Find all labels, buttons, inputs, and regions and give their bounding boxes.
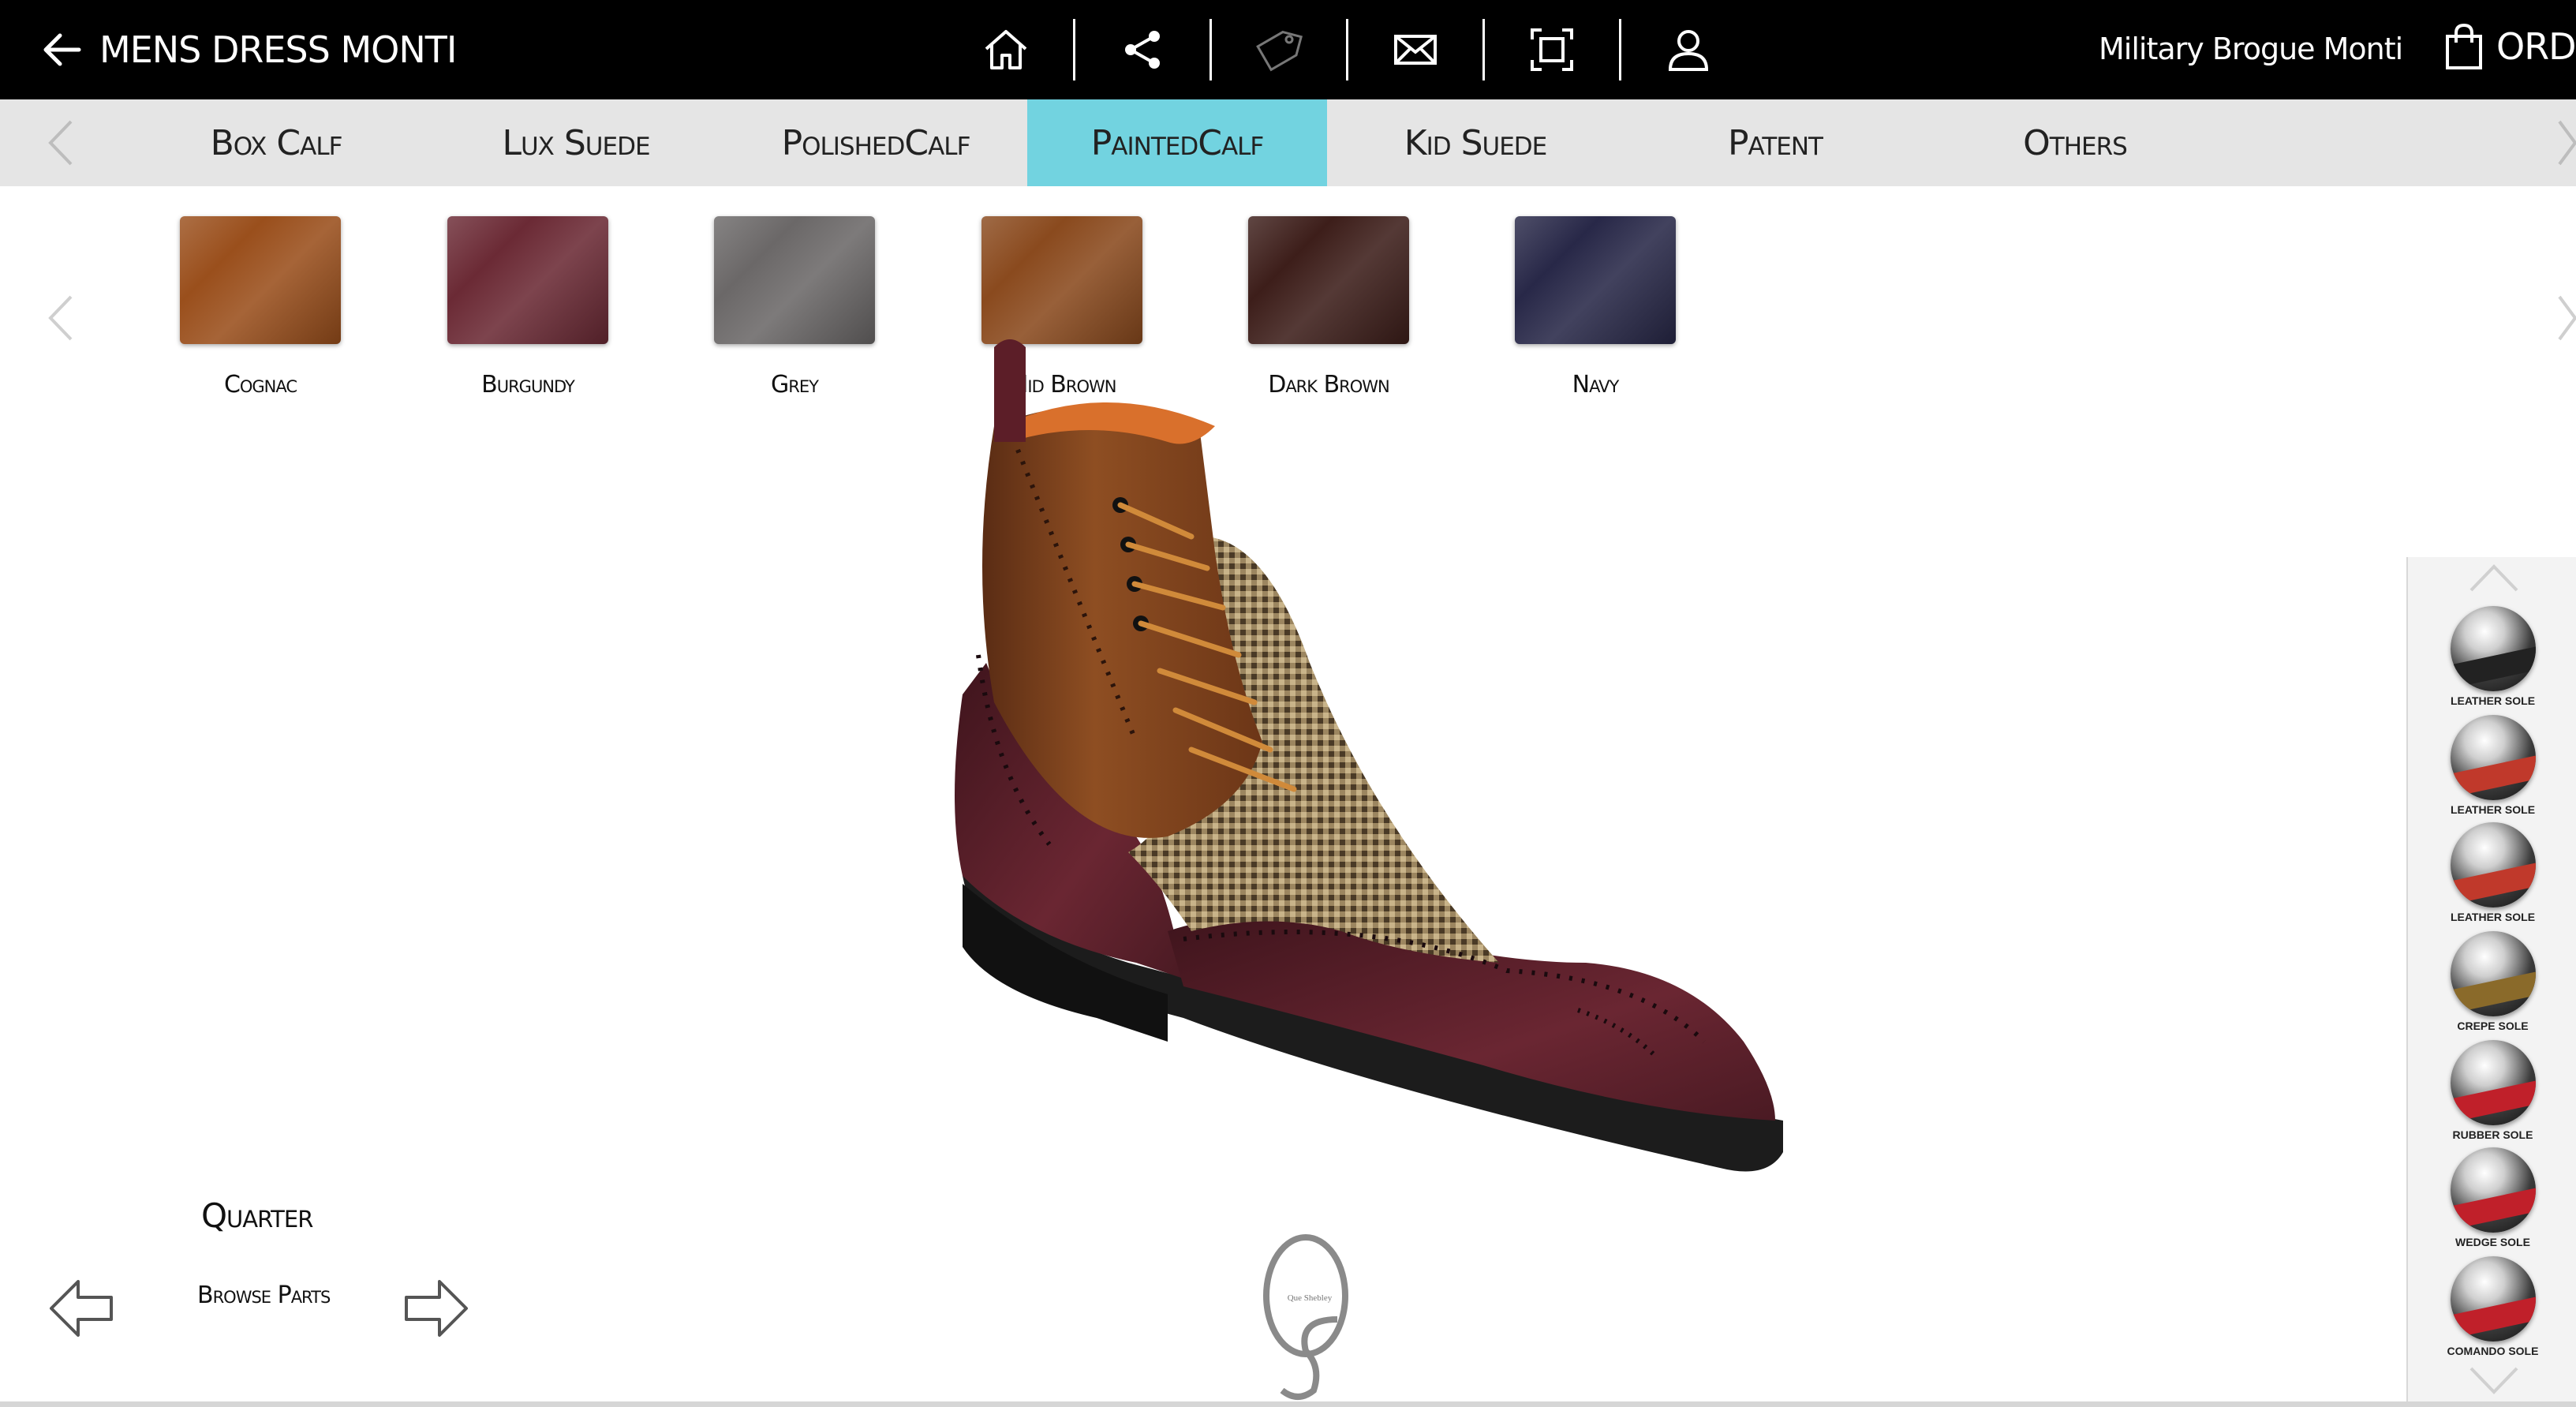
back-label: MENS DRESS MONTI [99, 28, 457, 71]
chevron-down-icon [2469, 1367, 2518, 1394]
sole-option[interactable]: Wedge Sole [2408, 1147, 2576, 1248]
tab-lux-suede[interactable]: Lux Suede [426, 99, 726, 186]
user-icon [1668, 30, 1709, 71]
swatch-label: Grey [771, 371, 819, 399]
sole-leather-dotted-icon [2450, 822, 2536, 907]
logo-text: Que Shebley [1288, 1293, 1333, 1303]
swatch-label: Cognac [223, 371, 297, 399]
sole-label: Comando Sole [2447, 1345, 2539, 1357]
current-part-name: Quarter [201, 1196, 313, 1235]
shoe-3d-preview[interactable] [931, 331, 1894, 1207]
sole-accent-band [2450, 755, 2536, 798]
order-button[interactable]: ORDE [2443, 22, 2576, 71]
fullscreen-icon [1531, 28, 1573, 71]
arrow-left-icon [43, 33, 81, 66]
sole-panel: Leather Sole Leather Sole Leather Sole C… [2406, 557, 2576, 1407]
material-tabs: Box Calf Lux Suede PolishedCalf PaintedC… [0, 99, 2576, 186]
home-icon [985, 30, 1027, 69]
sole-wedge-icon [2450, 1147, 2536, 1233]
tabs-next-button[interactable] [2556, 117, 2576, 169]
chevron-right-icon [2558, 295, 2576, 341]
account-button[interactable] [1621, 16, 1755, 84]
product-name: Military Brogue Monti [2099, 32, 2403, 66]
chevron-up-icon [2469, 564, 2518, 592]
tabs-prev-button[interactable] [41, 117, 80, 169]
sole-label: Leather Sole [2450, 803, 2536, 816]
swatch-chip[interactable] [981, 216, 1142, 344]
sole-accent-band [2450, 863, 2536, 905]
swatch-chip[interactable] [714, 216, 875, 344]
sole-accent-band [2450, 971, 2536, 1014]
sole-option[interactable]: Comando Sole [2408, 1256, 2576, 1357]
toolbar [939, 16, 1755, 84]
sole-label: Leather Sole [2450, 694, 2536, 707]
sole-label: Leather Sole [2450, 911, 2536, 923]
swatches-prev-button[interactable] [41, 292, 80, 344]
sole-label: Crepe Sole [2457, 1020, 2529, 1032]
swatch-cognac[interactable]: Cognac [180, 216, 341, 399]
sole-crepe-icon [2450, 931, 2536, 1016]
sole-label: Wedge Sole [2455, 1236, 2530, 1248]
price-tag-button[interactable] [1212, 16, 1346, 84]
swatches-next-button[interactable] [2556, 292, 2576, 344]
top-bar: MENS DRESS MONTI Military Brogue Monti O… [0, 0, 2576, 99]
sole-option[interactable]: Leather Sole [2408, 715, 2576, 816]
chevron-right-icon [2558, 120, 2576, 166]
sole-accent-band [2450, 1297, 2536, 1339]
sole-leather-studded-icon [2450, 715, 2536, 800]
price-tag-icon [1256, 30, 1303, 72]
shopping-bag-icon [2446, 23, 2482, 69]
share-icon [1125, 31, 1160, 69]
sole-option[interactable]: Leather Sole [2408, 606, 2576, 707]
tab-box-calf[interactable]: Box Calf [126, 99, 426, 186]
share-button[interactable] [1075, 16, 1209, 84]
swatch-grey[interactable]: Grey [714, 216, 875, 399]
arrow-left-icon [50, 1280, 113, 1337]
sole-accent-band [2450, 646, 2536, 689]
brand-logo: Que Shebley [1263, 1234, 1348, 1400]
mail-button[interactable] [1348, 16, 1482, 84]
bottom-border [0, 1401, 2576, 1407]
swatch-burgundy[interactable]: Burgundy [447, 216, 608, 399]
tab-painted-calf[interactable]: PaintedCalf [1027, 99, 1327, 186]
arrow-right-icon [405, 1280, 468, 1337]
chevron-left-icon [48, 295, 73, 341]
tab-others[interactable]: Others [1925, 99, 2225, 186]
tab-kid-suede[interactable]: Kid Suede [1325, 99, 1625, 186]
sole-rubber-icon [2450, 1040, 2536, 1125]
swatch-chip[interactable] [447, 216, 608, 344]
soles-up-button[interactable] [2468, 560, 2520, 595]
sole-leather-icon [2450, 606, 2536, 691]
back-button[interactable]: MENS DRESS MONTI [38, 24, 457, 76]
sole-option[interactable]: Leather Sole [2408, 822, 2576, 923]
sole-comando-icon [2450, 1256, 2536, 1342]
mail-icon [1394, 35, 1437, 65]
sole-accent-band [2450, 1188, 2536, 1230]
sole-option[interactable]: Crepe Sole [2408, 931, 2576, 1032]
swatch-label: Burgundy [481, 371, 575, 399]
tab-polished-calf[interactable]: PolishedCalf [726, 99, 1026, 186]
order-label: ORDE [2496, 25, 2576, 68]
swatch-chip[interactable] [180, 216, 341, 344]
sole-label: Rubber Sole [2452, 1128, 2533, 1141]
sole-option[interactable]: Rubber Sole [2408, 1040, 2576, 1141]
chevron-left-icon [48, 120, 73, 166]
sole-accent-band [2450, 1080, 2536, 1123]
fullscreen-button[interactable] [1485, 16, 1619, 84]
shoe-pull-tab [994, 339, 1026, 442]
prev-part-button[interactable] [43, 1270, 119, 1346]
swatch-chip[interactable] [1515, 216, 1676, 344]
soles-down-button[interactable] [2468, 1364, 2520, 1398]
browse-parts-label: Browse Parts [197, 1282, 331, 1309]
tab-patent[interactable]: Patent [1625, 99, 1925, 186]
home-button[interactable] [939, 16, 1073, 84]
swatch-chip[interactable] [1248, 216, 1409, 344]
next-part-button[interactable] [398, 1270, 474, 1346]
